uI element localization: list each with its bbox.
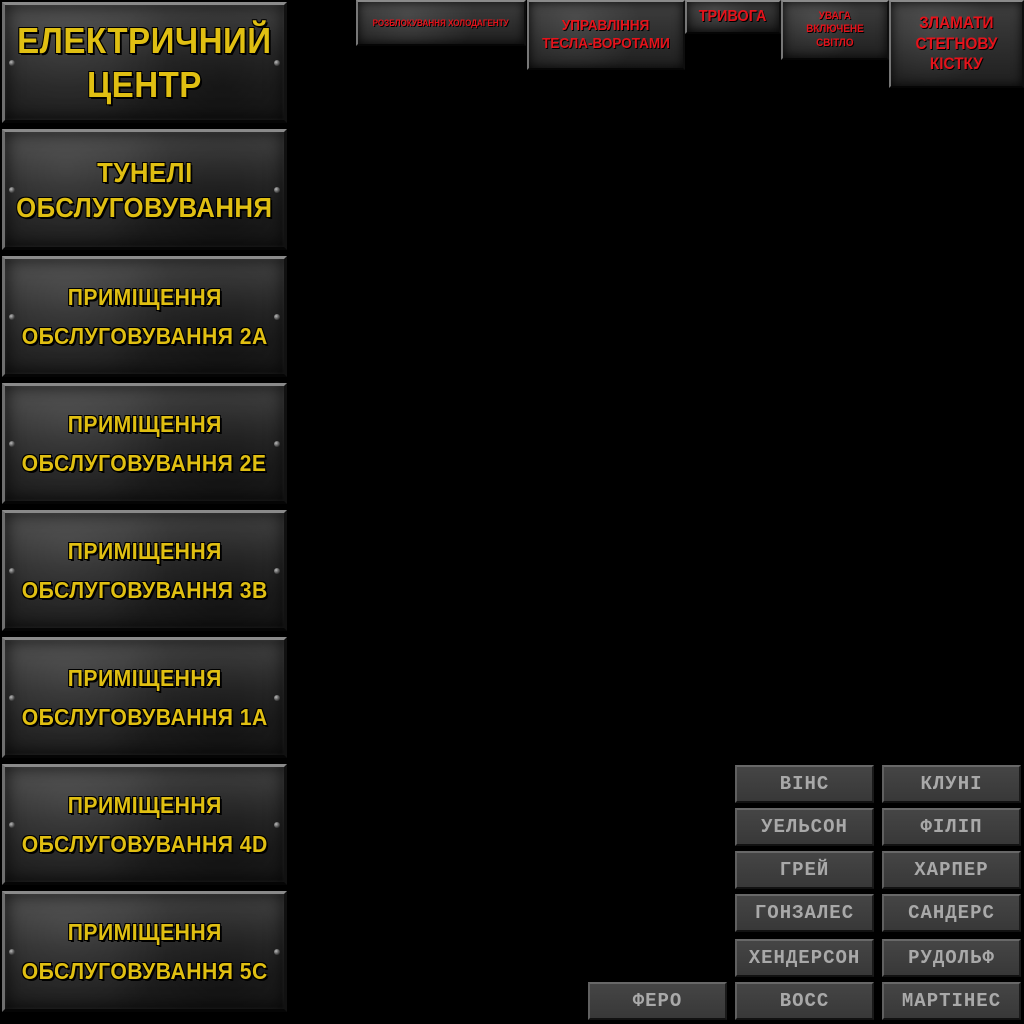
personnel-button-welson[interactable]: УЕЛЬСОН (735, 808, 874, 846)
location-maintenance-tunnels[interactable]: ТУНЕЛІ ОБСЛУГОВУВАННЯ (2, 129, 287, 250)
personnel-name: САНДЕРС (908, 902, 995, 924)
personnel-name: ХЕНДЕРСОН (748, 947, 861, 969)
location-maintenance-room-4d[interactable]: ПРИМІЩЕННЯ ОБСЛУГОВУВАННЯ 4D (2, 764, 287, 885)
location-maintenance-room-5c[interactable]: ПРИМІЩЕННЯ ОБСЛУГОВУВАННЯ 5С (2, 891, 287, 1012)
personnel-button-sanders[interactable]: САНДЕРС (882, 894, 1021, 932)
coolant-release-label: РОЗБЛОКУВАННЯ ХОЛОДАГЕНТУ (372, 17, 510, 28)
location-label-line2: ЦЕНТР (87, 63, 202, 105)
location-maintenance-room-3v[interactable]: ПРИМІЩЕННЯ ОБСЛУГОВУВАННЯ 3В (2, 510, 287, 631)
femur-breaker-label-line1: ЗЛАМАТИ (919, 13, 994, 33)
lights-warning-button[interactable]: УВАГА ВКЛЮЧЕНЕ СВІТЛО (781, 0, 889, 60)
personnel-name: МАРТІНЕС (901, 990, 1002, 1012)
personnel-button-gonzales[interactable]: ГОНЗАЛЕС (735, 894, 874, 932)
location-label-line1: ПРИМІЩЕННЯ (67, 918, 222, 945)
location-label-line2: ОБСЛУГОВУВАННЯ (16, 191, 273, 223)
location-label-line2: ОБСЛУГОВУВАННЯ 4D (21, 830, 268, 857)
tesla-gate-label-line1: УПРАВЛІННЯ (562, 17, 650, 34)
personnel-button-vince[interactable]: ВІНС (735, 765, 874, 803)
personnel-name: ХАРПЕР (914, 859, 989, 881)
femur-breaker-button[interactable]: ЗЛАМАТИ СТЕГНОВУ КІСТКУ (889, 0, 1024, 88)
femur-breaker-label-line2: СТЕГНОВУ (915, 33, 998, 53)
location-label-line1: ТУНЕЛІ (96, 156, 193, 188)
tesla-gate-label-line2: ТЕСЛА-ВОРОТАМИ (542, 35, 670, 52)
location-label-line2: ОБСЛУГОВУВАННЯ 2А (21, 322, 268, 349)
location-label-line2: ОБСЛУГОВУВАННЯ 1А (21, 703, 268, 730)
lights-warning-label-line2: ВКЛЮЧЕНЕ (806, 23, 864, 36)
alarm-label: ТРИВОГА (699, 8, 767, 26)
personnel-name: ГРЕЙ (779, 859, 830, 881)
location-label-line1: ПРИМІЩЕННЯ (67, 410, 222, 437)
personnel-name: ВОСС (779, 990, 830, 1012)
location-electric-center[interactable]: ЕЛЕКТРИЧНИЙ ЦЕНТР (2, 2, 287, 123)
personnel-name: РУДОЛЬФ (908, 947, 995, 969)
tesla-gate-control-button[interactable]: УПРАВЛІННЯ ТЕСЛА-ВОРОТАМИ (527, 0, 685, 70)
location-maintenance-room-2e[interactable]: ПРИМІЩЕННЯ ОБСЛУГОВУВАННЯ 2Е (2, 383, 287, 504)
personnel-button-fero[interactable]: ФЕРО (588, 982, 727, 1020)
femur-breaker-label-line3: КІСТКУ (930, 54, 983, 74)
location-label-line1: ПРИМІЩЕННЯ (67, 791, 222, 818)
personnel-button-harper[interactable]: ХАРПЕР (882, 851, 1021, 889)
location-label-line2: ОБСЛУГОВУВАННЯ 3В (21, 576, 268, 603)
personnel-name: КЛУНІ (920, 773, 983, 795)
personnel-name: ФЕРО (632, 990, 683, 1012)
personnel-button-voss[interactable]: ВОСС (735, 982, 874, 1020)
location-label-line1: ПРИМІЩЕННЯ (67, 664, 222, 691)
personnel-button-philip[interactable]: ФІЛІП (882, 808, 1021, 846)
personnel-name: УЕЛЬСОН (761, 816, 848, 838)
location-maintenance-room-2a[interactable]: ПРИМІЩЕННЯ ОБСЛУГОВУВАННЯ 2А (2, 256, 287, 377)
lights-warning-label-line1: УВАГА (818, 10, 852, 23)
personnel-button-rudolph[interactable]: РУДОЛЬФ (882, 939, 1021, 977)
location-label-line2: ОБСЛУГОВУВАННЯ 5С (21, 957, 268, 984)
personnel-button-henderson[interactable]: ХЕНДЕРСОН (735, 939, 874, 977)
personnel-name: ФІЛІП (920, 816, 983, 838)
location-maintenance-room-1a[interactable]: ПРИМІЩЕННЯ ОБСЛУГОВУВАННЯ 1А (2, 637, 287, 758)
personnel-button-clooney[interactable]: КЛУНІ (882, 765, 1021, 803)
location-label-line1: ПРИМІЩЕННЯ (67, 283, 222, 310)
location-label-line2: ОБСЛУГОВУВАННЯ 2Е (22, 449, 267, 476)
location-label-line1: ЕЛЕКТРИЧНИЙ (17, 19, 272, 61)
personnel-name: ВІНС (779, 773, 830, 795)
personnel-button-grey[interactable]: ГРЕЙ (735, 851, 874, 889)
personnel-name: ГОНЗАЛЕС (754, 902, 855, 924)
lights-warning-label-line3: СВІТЛО (816, 36, 854, 49)
coolant-release-button[interactable]: РОЗБЛОКУВАННЯ ХОЛОДАГЕНТУ (356, 0, 526, 46)
personnel-button-martinez[interactable]: МАРТІНЕС (882, 982, 1021, 1020)
alarm-button[interactable]: ТРИВОГА (685, 0, 781, 34)
location-label-line1: ПРИМІЩЕННЯ (67, 537, 222, 564)
